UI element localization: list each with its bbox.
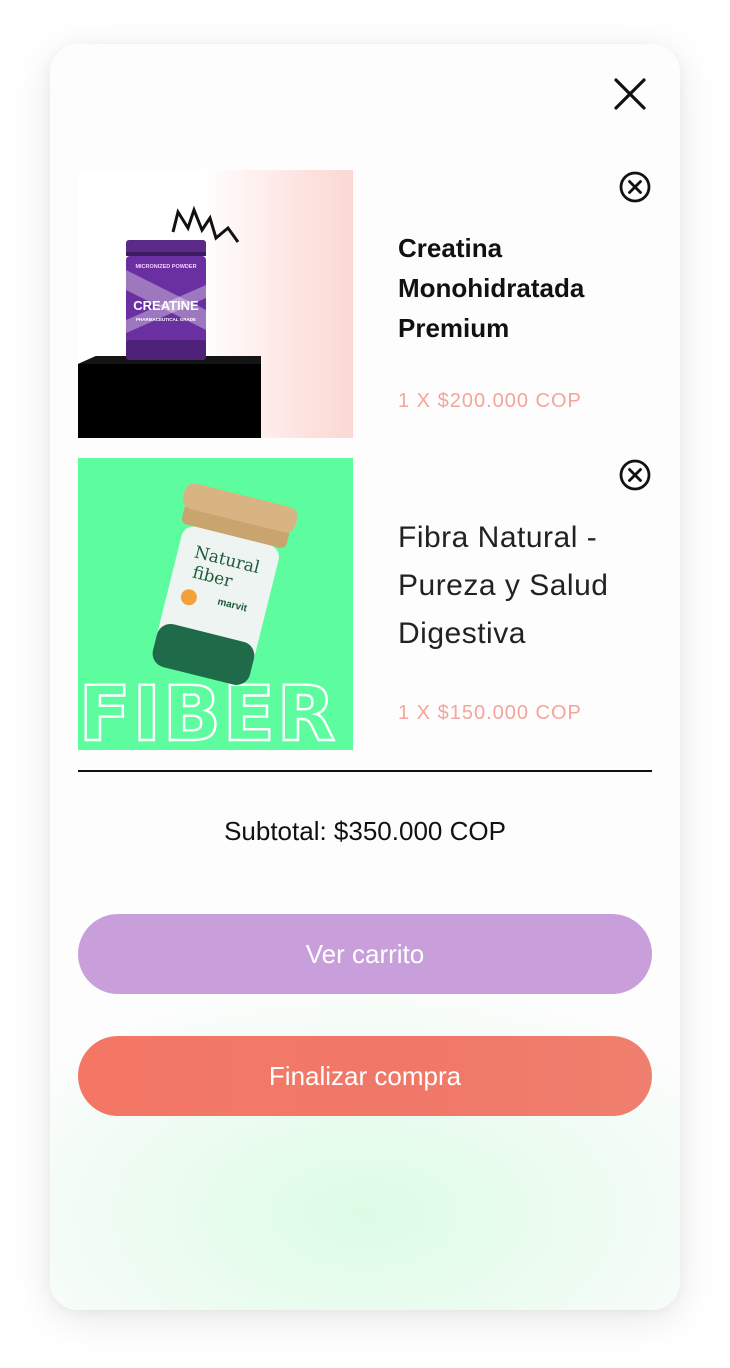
remove-item-button[interactable] xyxy=(618,170,652,204)
remove-item-button[interactable] xyxy=(618,458,652,492)
canister-label: CREATINE xyxy=(133,298,199,313)
divider xyxy=(78,770,652,772)
product-name[interactable]: Fibra Natural - Pureza y Salud Digestiva xyxy=(398,514,648,658)
remove-circle-x-icon xyxy=(619,459,651,491)
fiber-product-illustration: FIBER Natural fiber marvit xyxy=(78,483,338,750)
cart-item-fiber: FIBER Natural fiber marvit Fibra Natural… xyxy=(78,458,652,750)
mini-cart-panel: MICRONIZED POWDER CREATINE PHARMACEUTICA… xyxy=(50,44,680,1310)
subtotal: Subtotal: $350.000 COP xyxy=(224,816,506,846)
checkout-button[interactable]: Finalizar compra xyxy=(78,1036,652,1116)
product-image-fiber[interactable]: FIBER Natural fiber marvit xyxy=(78,458,353,750)
fiber-background-word: FIBER xyxy=(79,669,338,750)
page: MICRONIZED POWDER CREATINE PHARMACEUTICA… xyxy=(0,0,730,1368)
canister-top-label: MICRONIZED POWDER xyxy=(135,264,196,270)
canister-sub-label: PHARMACEUTICAL GRADE xyxy=(136,317,196,322)
cart-item-creatine: MICRONIZED POWDER CREATINE PHARMACEUTICA… xyxy=(78,170,652,438)
creatine-product-illustration: MICRONIZED POWDER CREATINE PHARMACEUTICA… xyxy=(78,205,261,438)
product-price: 1 X $150.000 COP xyxy=(398,702,582,724)
view-cart-button[interactable]: Ver carrito xyxy=(78,914,652,994)
product-price: 1 X $200.000 COP xyxy=(398,390,582,412)
product-name[interactable]: Creatina Monohidratada Premium xyxy=(398,228,648,348)
close-button[interactable] xyxy=(608,72,652,116)
remove-circle-x-icon xyxy=(619,171,651,203)
close-icon xyxy=(614,78,646,110)
product-image-creatine[interactable]: MICRONIZED POWDER CREATINE PHARMACEUTICA… xyxy=(78,170,353,438)
